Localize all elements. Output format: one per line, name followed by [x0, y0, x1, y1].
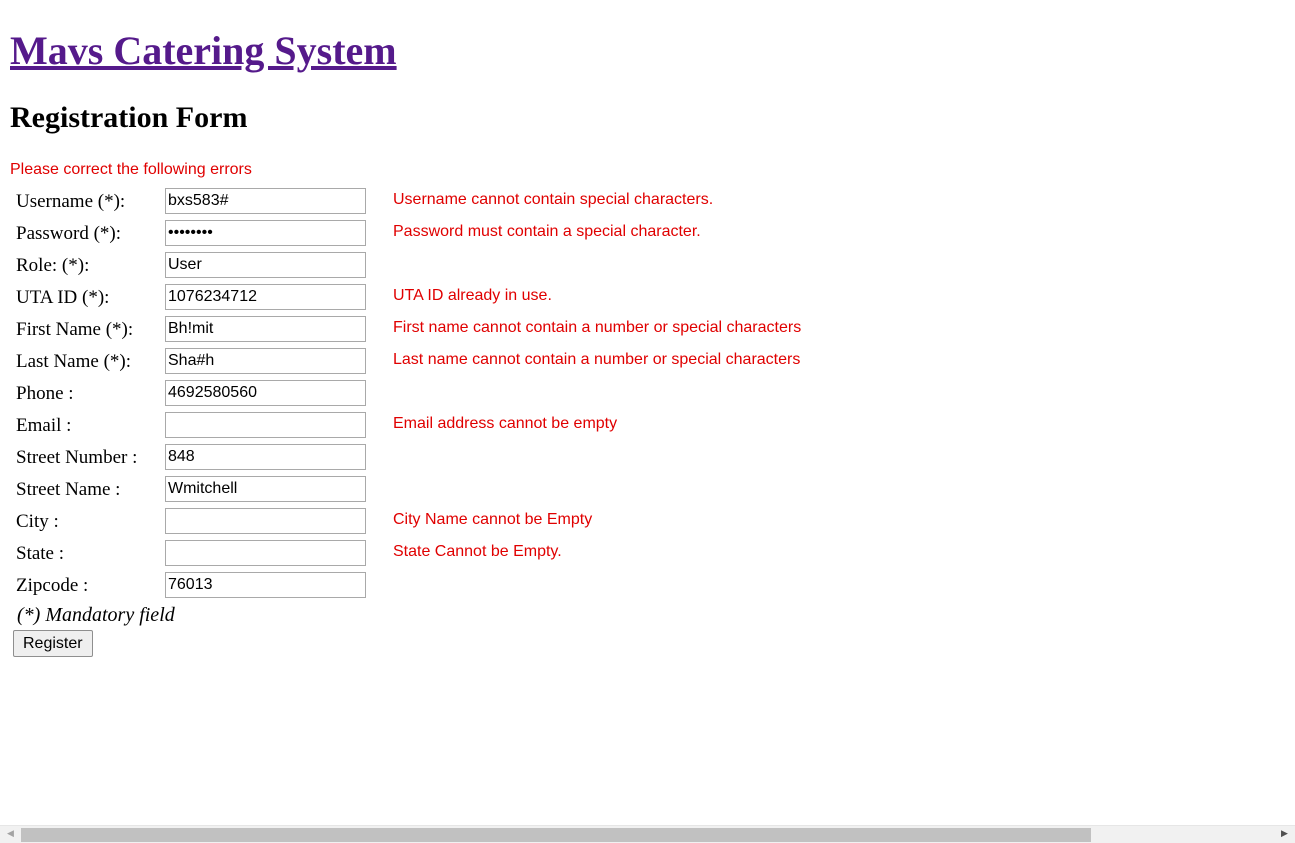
first-name-error: First name cannot contain a number or sp… [393, 319, 802, 336]
email-error: Email address cannot be empty [393, 415, 618, 432]
last-name-input[interactable]: Sha#h [165, 348, 366, 374]
email-input[interactable] [165, 412, 366, 438]
street-number-input[interactable]: 848 [165, 444, 366, 470]
phone-label: Phone : [16, 383, 74, 404]
app-title-link[interactable]: Mavs Catering System [10, 27, 397, 75]
first-name-input[interactable]: Bh!mit [165, 316, 366, 342]
role-label: Role: (*): [16, 255, 90, 276]
errors-heading: Please correct the following errors [10, 161, 252, 178]
password-error: Password must contain a special characte… [393, 223, 701, 240]
scrollbar-thumb[interactable] [21, 828, 1091, 842]
username-input[interactable]: bxs583# [165, 188, 366, 214]
chevron-left-icon[interactable]: ◀ [2, 826, 19, 843]
mandatory-note: (*) Mandatory field [17, 604, 175, 626]
password-input[interactable]: •••••••• [165, 220, 366, 246]
city-error: City Name cannot be Empty [393, 511, 593, 528]
chevron-right-icon[interactable]: ▶ [1276, 826, 1293, 843]
state-error: State Cannot be Empty. [393, 543, 562, 560]
zipcode-input[interactable]: 76013 [165, 572, 366, 598]
password-label: Password (*): [16, 223, 122, 244]
username-error: Username cannot contain special characte… [393, 191, 714, 208]
state-input[interactable] [165, 540, 366, 566]
city-input[interactable] [165, 508, 366, 534]
role-input[interactable]: User [165, 252, 366, 278]
last-name-error: Last name cannot contain a number or spe… [393, 351, 801, 368]
email-label: Email : [16, 415, 72, 436]
state-label: State : [16, 543, 65, 564]
street-name-input[interactable]: Wmitchell [165, 476, 366, 502]
page-title: Registration Form [10, 101, 248, 134]
horizontal-scrollbar[interactable]: ◀ ▶ [0, 825, 1295, 843]
last-name-label: Last Name (*): [16, 351, 132, 372]
uta-id-input[interactable]: 1076234712 [165, 284, 366, 310]
street-name-label: Street Name : [16, 479, 121, 500]
uta-id-label: UTA ID (*): [16, 287, 110, 308]
city-label: City : [16, 511, 59, 532]
first-name-label: First Name (*): [16, 319, 134, 340]
phone-input[interactable]: 4692580560 [165, 380, 366, 406]
zipcode-label: Zipcode : [16, 575, 89, 596]
username-label: Username (*): [16, 191, 126, 212]
register-button[interactable]: Register [13, 630, 93, 657]
street-number-label: Street Number : [16, 447, 138, 468]
uta-id-error: UTA ID already in use. [393, 287, 552, 304]
